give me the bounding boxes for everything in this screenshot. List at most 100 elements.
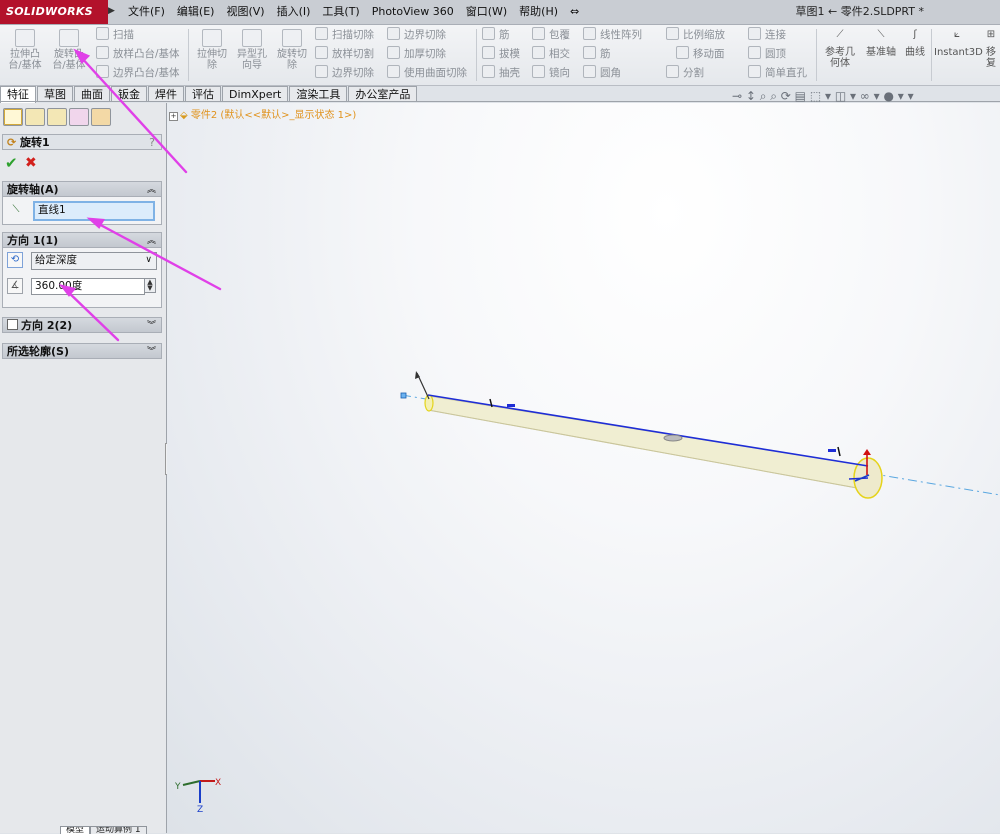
rib-button[interactable]: 筋 (482, 27, 510, 42)
connect-button[interactable]: 连接 (748, 27, 786, 42)
dimxpert-manager-tab-icon[interactable] (69, 108, 89, 126)
draft-button[interactable]: 拔模 (482, 46, 520, 61)
tab-sheet-metal[interactable]: 钣金 (111, 86, 147, 102)
dome-label: 圆顶 (765, 48, 786, 60)
curves-button[interactable]: ʃ 曲线 (900, 29, 930, 58)
dome-button[interactable]: 圆顶 (748, 46, 786, 61)
tab-sketch[interactable]: 草图 (37, 86, 73, 102)
display-manager-tab-icon[interactable] (91, 108, 111, 126)
datum-axis-button[interactable]: ⟍ 基准轴 (860, 29, 902, 58)
menu-window[interactable]: 窗口(W) (460, 0, 513, 24)
start-cap[interactable] (424, 394, 434, 412)
loft-cut-button[interactable]: 放样切割 (315, 46, 374, 61)
menu-help[interactable]: 帮助(H) (513, 0, 564, 24)
cylinder-edge (427, 409, 869, 491)
tab-divider (0, 101, 1000, 102)
sweep-cut-button[interactable]: 扫描切除 (315, 27, 374, 42)
help-icon[interactable]: ? (149, 135, 155, 151)
menu-edit[interactable]: 编辑(E) (171, 0, 221, 24)
surface-cut-icon (387, 65, 400, 78)
direction2-header[interactable]: 方向 2(2) ︾ (2, 317, 162, 333)
split-button[interactable]: 分割 (666, 65, 704, 80)
fillet-button[interactable]: 圆角 (583, 65, 621, 80)
angle-spinner[interactable]: ▲ ▼ (144, 278, 156, 293)
linear-pattern-label: 线性阵列 (600, 29, 642, 41)
wrap-label: 包覆 (549, 29, 570, 41)
tab-dimxpert[interactable]: DimXpert (222, 86, 289, 102)
ok-check-icon[interactable]: ✔ (5, 154, 18, 172)
linear-pattern-button[interactable]: 线性阵列 (583, 27, 642, 42)
cancel-x-icon[interactable]: ✖ (25, 155, 37, 171)
axis-selection-field[interactable]: 直线1 (33, 201, 155, 221)
hole-wizard-button[interactable]: 异型孔 向导 (231, 29, 273, 71)
revolved-cylinder[interactable] (427, 395, 869, 491)
revolve-cut-button[interactable]: 旋转切 除 (271, 29, 313, 71)
menu-insert[interactable]: 插入(I) (271, 0, 317, 24)
wrap-button[interactable]: 包覆 (532, 27, 570, 42)
reference-geometry-label: 参考几 何体 (825, 47, 855, 69)
expand-chevron-icon[interactable]: ︾ (147, 344, 156, 360)
move-face-button[interactable]: 移动面 (676, 46, 725, 61)
expand-chevron-icon[interactable]: ︾ (147, 318, 156, 334)
reference-geometry-button[interactable]: ⟋ 参考几 何体 (820, 29, 860, 69)
property-manager-tab-icon[interactable] (25, 108, 45, 126)
sweep-icon (96, 27, 109, 40)
tab-office-products[interactable]: 办公室产品 (348, 86, 418, 102)
configuration-manager-tab-icon[interactable] (47, 108, 67, 126)
angle-input[interactable]: 360.00度 (31, 278, 145, 295)
intersect-button[interactable]: 相交 (532, 46, 570, 61)
shell-icon (482, 65, 495, 78)
feature-manager-tab-icon[interactable] (3, 108, 23, 126)
menu-view[interactable]: 视图(V) (220, 0, 270, 24)
contours-header[interactable]: 所选轮廓(S) ︾ (2, 343, 162, 359)
boundary-cut2-label: 边界切除 (404, 29, 446, 41)
collapse-chevron-icon[interactable]: ︽ (147, 182, 156, 198)
sketch-line[interactable] (427, 394, 869, 467)
shell-label: 抽壳 (499, 67, 520, 79)
separator (476, 29, 477, 81)
boundary-cut2-button[interactable]: 边界切除 (387, 27, 446, 42)
intersect-icon (532, 46, 545, 59)
model-scene (400, 371, 1000, 499)
pin-icon[interactable]: ⇔ (564, 0, 585, 24)
rib2-button[interactable]: 筋 (583, 46, 611, 61)
tab-evaluate[interactable]: 评估 (185, 86, 221, 102)
axis-section-header[interactable]: 旋转轴(A) ︽ (2, 181, 162, 197)
surface-cut-button[interactable]: 使用曲面切除 (387, 65, 467, 80)
instant3d-label: Instant3D (934, 47, 983, 58)
shell-button[interactable]: 抽壳 (482, 65, 520, 80)
instant3d-button[interactable]: ⟀ Instant3D (934, 29, 983, 58)
graphics-area[interactable]: + ⬙ 零件2 (默认<<默认>_显示状态 1>) Y X Z (167, 103, 1000, 833)
direction2-title: 方向 2(2) (21, 319, 73, 332)
thicken-cut-button[interactable]: 加厚切除 (387, 46, 446, 61)
menu-tools[interactable]: 工具(T) (316, 0, 365, 24)
direction1-header[interactable]: 方向 1(1) ︽ (2, 232, 162, 248)
simple-hole-button[interactable]: 简单直孔 (748, 65, 807, 80)
move-copy-button[interactable]: ⊞ 移 复 (982, 29, 1000, 69)
boundary-cut-button[interactable]: 边界切除 (315, 65, 374, 80)
boundary-boss-button[interactable]: 边界凸台/基体 (96, 65, 180, 80)
wrap-icon (532, 27, 545, 40)
axis-endpoint-handle[interactable] (400, 392, 407, 399)
extrude-boss-button[interactable]: 拉伸凸 台/基体 (4, 29, 46, 71)
tab-weldments[interactable]: 焊件 (148, 86, 184, 102)
datum-axis-label: 基准轴 (866, 47, 896, 58)
extrude-cut-button[interactable]: 拉伸切 除 (191, 29, 233, 71)
collapse-chevron-icon[interactable]: ︽ (147, 233, 156, 249)
tab-render-tools[interactable]: 渲染工具 (289, 86, 348, 102)
logo-menu-arrow-icon[interactable]: ▶ (108, 6, 115, 16)
reverse-direction-icon[interactable]: ⟲ (7, 252, 23, 268)
sweep-cut-icon (315, 27, 328, 40)
document-title: 草图1 ← 零件2.SLDPRT * (795, 5, 924, 18)
tab-surfaces[interactable]: 曲面 (74, 86, 110, 102)
revolve-boss-button[interactable]: 旋转凸 台/基体 (48, 29, 90, 71)
mirror-button[interactable]: 镜向 (532, 65, 570, 80)
sweep-button[interactable]: 扫描 (96, 27, 134, 42)
direction2-checkbox[interactable] (7, 319, 18, 330)
feature-title: 旋转1 (20, 136, 50, 149)
menu-file[interactable]: 文件(F) (122, 0, 171, 24)
end-condition-dropdown[interactable]: 给定深度 ∨ (31, 252, 157, 270)
scale-button[interactable]: 比例缩放 (666, 27, 725, 42)
menu-photoview[interactable]: PhotoView 360 (366, 0, 460, 24)
loft-boss-button[interactable]: 放样凸台/基体 (96, 46, 180, 61)
